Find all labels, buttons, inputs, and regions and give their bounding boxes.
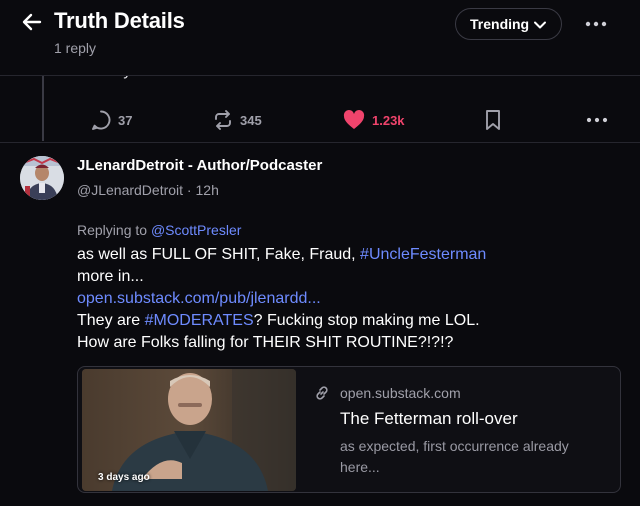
body-text: ? Fucking stop making me LOL. [253,312,480,329]
chevron-down-icon [534,21,546,29]
retruth-count-label: 345 [240,112,262,128]
link-preview-card[interactable]: 3 days ago open.substack.com The Fetterm… [77,366,621,493]
link-icon [316,386,328,400]
thumbnail-age-badge: 3 days ago [98,472,150,483]
link-preview-title: The Fetterman roll-over [340,409,518,428]
replying-to-handle-link[interactable]: @ScottPresler [151,222,241,238]
body-text: as well as FULL OF SHIT, Fake, Fraud, [77,246,361,263]
body-line-1: as well as FULL OF SHIT, Fake, Fraud, #U… [77,244,617,266]
sort-dropdown-label: Trending [470,16,530,32]
reply-count: 1 reply [54,40,97,56]
body-line-4: They are #MODERATES? Fucking stop making… [77,310,617,332]
repost-icon [215,110,231,130]
post-divider [0,142,640,143]
author-handle[interactable]: @JLenardDetroit [77,182,183,198]
like-button[interactable]: 1.23k [342,106,405,134]
bookmark-icon [486,110,500,130]
header-more-button[interactable] [584,14,608,34]
reply-button[interactable]: 37 [90,106,132,134]
body-text: They are [77,312,145,329]
link-preview-domain: open.substack.com [340,385,461,401]
replying-to: Replying to @ScottPresler [77,222,241,238]
hashtag-link[interactable]: #UncleFesterman [360,246,486,263]
avatar-image [20,156,64,200]
author-meta: @JLenardDetroit · 12h [77,182,219,198]
heart-icon [343,109,365,129]
meta-separator: · [183,182,196,198]
arrow-left-icon [22,13,42,31]
hashtag-link[interactable]: #MODERATES [145,312,254,329]
back-button[interactable] [20,10,44,34]
body-url-line: open.substack.com/pub/jlenardd... [77,288,617,310]
post-time: 12h [195,182,219,198]
ellipsis-icon [586,117,608,123]
author-name[interactable]: JLenardDetroit - Author/Podcaster [77,157,322,174]
page-header: Truth Details 1 reply Trending [0,0,640,76]
parent-post-actions: 37 345 1.23k [0,106,640,134]
like-count-label: 1.23k [372,112,405,128]
retruth-button[interactable]: 345 [212,106,262,134]
bookmark-button[interactable] [484,106,502,134]
link-preview-description: as expected, first occurrence already he… [340,438,569,475]
post-more-button[interactable] [586,106,608,134]
sort-dropdown[interactable]: Trending [455,8,562,40]
ellipsis-icon [585,21,607,27]
reply-count-label: 37 [118,112,133,128]
body-line-5: How are Folks falling for THEIR SHIT ROU… [77,334,454,351]
page-title: Truth Details [54,8,185,33]
body-line-2: more in... [77,268,144,285]
post-body: as well as FULL OF SHIT, Fake, Fraud, #U… [77,244,617,354]
avatar[interactable] [20,156,64,200]
speech-bubble-icon [92,110,111,130]
link-preview-thumbnail: 3 days ago [82,369,296,491]
replying-prefix: Replying to [77,222,151,238]
substack-url-link[interactable]: open.substack.com/pub/jlenardd... [77,290,321,307]
